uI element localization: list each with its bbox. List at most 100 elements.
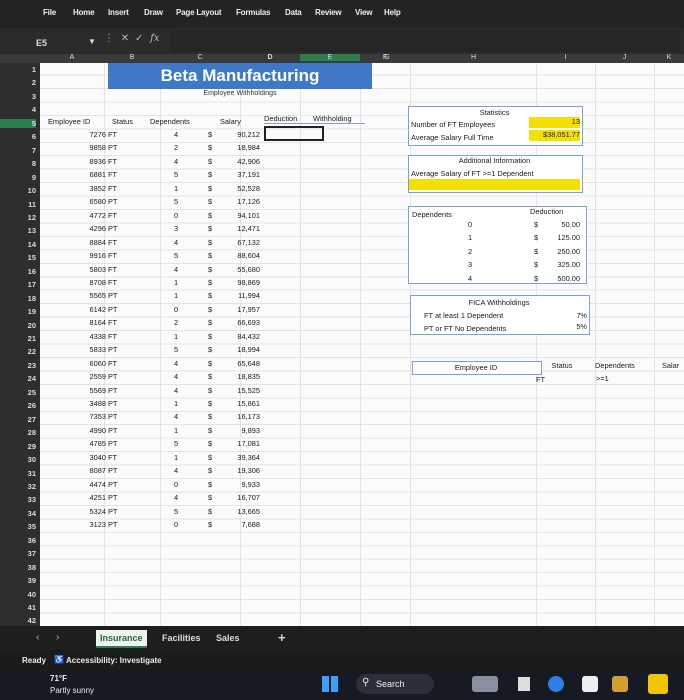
employee-dependents[interactable]: 0 [170, 211, 182, 220]
deduction-amount[interactable]: 50.00 [546, 220, 581, 229]
employee-salary-currency[interactable]: $ [208, 170, 218, 179]
employee-id[interactable]: 4474 [76, 480, 106, 489]
employee-salary-currency[interactable]: $ [208, 143, 218, 152]
employee-salary[interactable]: 16,707 [218, 493, 260, 502]
employee-salary[interactable]: 15,525 [218, 386, 260, 395]
fx-icon[interactable]: fx [150, 33, 159, 44]
fica-pt-value[interactable]: 5% [560, 322, 587, 331]
employee-status[interactable]: PT [108, 345, 122, 354]
row-header[interactable]: 31 [0, 469, 36, 478]
employee-salary[interactable]: 55,680 [218, 265, 260, 274]
more-icon[interactable]: ⋮ [104, 33, 114, 44]
menu-page-layout[interactable]: Page Layout [176, 8, 222, 17]
row-header[interactable]: 34 [0, 509, 36, 518]
row-header[interactable]: 38 [0, 563, 36, 572]
row-header[interactable]: 18 [0, 294, 36, 303]
employee-status[interactable]: PT [108, 305, 122, 314]
employee-status[interactable]: PT [108, 143, 122, 152]
employee-salary[interactable]: 98,869 [218, 278, 260, 287]
header-salary[interactable]: Salary [220, 117, 241, 126]
employee-salary-currency[interactable]: $ [208, 439, 218, 448]
employee-salary-currency[interactable]: $ [208, 480, 218, 489]
employee-salary-currency[interactable]: $ [208, 507, 218, 516]
employee-id[interactable]: 6060 [76, 359, 106, 368]
employee-status[interactable]: PT [108, 480, 122, 489]
employee-id[interactable]: 8087 [76, 466, 106, 475]
row-header[interactable]: 21 [0, 334, 36, 343]
col-header-b[interactable]: B [104, 54, 160, 61]
employee-salary[interactable]: 42,906 [218, 157, 260, 166]
row-header[interactable]: 9 [0, 173, 36, 182]
employee-id[interactable]: 2559 [76, 372, 106, 381]
row-header[interactable]: 6 [0, 132, 36, 141]
employee-dependents[interactable]: 5 [170, 251, 182, 260]
employee-salary[interactable]: 17,081 [218, 439, 260, 448]
deduction-amount[interactable]: 500.00 [546, 274, 580, 283]
row-header[interactable]: 1 [0, 65, 36, 74]
stat-ft-count-label[interactable]: Number of FT Employees [411, 120, 495, 129]
add-sheet-button[interactable]: + [274, 630, 290, 646]
col-header-c[interactable]: C [160, 54, 240, 61]
employee-status[interactable]: FT [108, 453, 122, 462]
employee-id[interactable]: 5324 [76, 507, 106, 516]
tab-insurance[interactable]: Insurance [96, 630, 147, 648]
deduction-amount[interactable]: 250.00 [546, 247, 580, 256]
employee-salary[interactable]: 9,893 [218, 426, 261, 435]
row-header[interactable]: 5 [0, 118, 36, 128]
employee-id[interactable]: 8164 [76, 318, 106, 327]
row-header[interactable]: 12 [0, 213, 36, 222]
employee-id[interactable]: 5565 [76, 291, 106, 300]
row-header[interactable]: 41 [0, 603, 36, 612]
col-header-g-label[interactable]: G [372, 54, 402, 61]
header-employee-id[interactable]: Employee ID [48, 117, 90, 126]
employee-salary-currency[interactable]: $ [208, 318, 218, 327]
employee-salary[interactable]: 90,212 [218, 130, 260, 139]
employee-id[interactable]: 4338 [76, 332, 106, 341]
row-header[interactable]: 29 [0, 442, 36, 451]
employee-id[interactable]: 6580 [76, 197, 106, 206]
menu-file[interactable]: File [43, 8, 56, 17]
employee-dependents[interactable]: 4 [170, 157, 182, 166]
employee-dependents[interactable]: 0 [170, 305, 182, 314]
employee-id[interactable]: 5803 [76, 265, 106, 274]
employee-salary[interactable]: 7,688 [218, 520, 261, 529]
row-header[interactable]: 7 [0, 146, 36, 155]
col-header-a[interactable]: A [40, 54, 104, 61]
deduction-dependents[interactable]: 2 [460, 247, 480, 256]
employee-status[interactable]: FT [108, 157, 122, 166]
row-header[interactable]: 14 [0, 240, 36, 249]
employee-salary-currency[interactable]: $ [208, 372, 218, 381]
employee-id[interactable]: 5569 [76, 386, 106, 395]
employee-salary-currency[interactable]: $ [208, 238, 218, 247]
row-header[interactable]: 17 [0, 280, 36, 289]
employee-id[interactable]: 7276 [76, 130, 106, 139]
employee-salary-currency[interactable]: $ [208, 211, 218, 220]
employee-salary-currency[interactable]: $ [208, 426, 218, 435]
employee-status[interactable]: FT [108, 278, 122, 287]
deduction-amount[interactable]: 325.00 [546, 260, 580, 269]
employee-dependents[interactable]: 1 [170, 332, 182, 341]
criteria-header-status[interactable]: Status [540, 361, 584, 370]
employee-dependents[interactable]: 4 [170, 493, 182, 502]
chevron-left-icon[interactable]: ‹ [36, 632, 39, 643]
taskbar-search[interactable]: ⚲ Search [356, 674, 434, 694]
row-header[interactable]: 2 [0, 78, 36, 87]
employee-salary[interactable]: 18,994 [218, 345, 260, 354]
row-header[interactable]: 16 [0, 267, 36, 276]
selected-cell-e5[interactable] [264, 126, 324, 141]
deduction-currency[interactable]: $ [534, 274, 544, 283]
chevron-down-icon[interactable]: ▼ [88, 37, 96, 46]
menu-data[interactable]: Data [285, 8, 302, 17]
employee-salary-currency[interactable]: $ [208, 197, 218, 206]
app-icon-2[interactable] [518, 677, 530, 691]
criteria-header-salary[interactable]: Salar [662, 361, 679, 370]
employee-dependents[interactable]: 1 [170, 184, 182, 193]
employee-id[interactable]: 7353 [76, 412, 106, 421]
menu-draw[interactable]: Draw [144, 8, 163, 17]
employee-dependents[interactable]: 0 [170, 480, 182, 489]
employee-salary[interactable]: 84,432 [218, 332, 260, 341]
row-header[interactable]: 13 [0, 226, 36, 235]
employee-salary[interactable]: 94,101 [218, 211, 260, 220]
employee-salary[interactable]: 17,126 [218, 197, 260, 206]
worksheet-grid[interactable]: Beta Manufacturing Employee Withholdings… [40, 63, 684, 626]
